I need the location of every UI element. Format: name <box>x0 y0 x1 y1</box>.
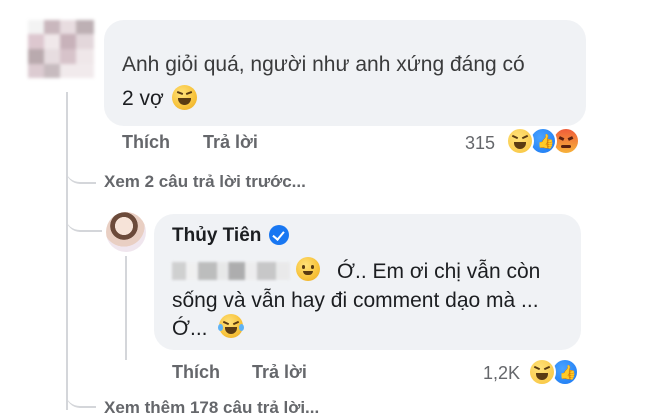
reply-reaction-count[interactable]: 1,2K <box>483 363 520 384</box>
haha-icon <box>506 127 534 155</box>
comment-text-line-2: 2 vợ <box>122 87 164 110</box>
laughing-emoji-icon <box>172 85 197 110</box>
view-more-replies-link[interactable]: Xem thêm 178 câu trả lời... <box>104 398 319 418</box>
haha-icon <box>528 358 556 386</box>
reply-reactions-summary[interactable]: 👍 <box>528 358 584 388</box>
reply-text-line-2: sống và vẫn hay đi comment dạo mà ... <box>172 289 539 312</box>
reply-action-comment[interactable]: Trả lời <box>203 132 258 153</box>
comment-text-line-1: Anh giỏi quá, người như anh xứng đáng có <box>122 53 525 76</box>
reply-text-line-1: Ớ.. Em ơi chị vẫn còn <box>337 260 541 283</box>
avatar[interactable] <box>28 20 94 78</box>
reaction-count[interactable]: 315 <box>465 133 495 154</box>
thread-line-main <box>66 92 68 410</box>
reply-action-reply[interactable]: Trả lời <box>252 362 307 383</box>
author-avatar[interactable] <box>106 212 146 252</box>
thread-connector-reply <box>66 200 102 232</box>
verified-badge-icon <box>269 225 289 245</box>
reactions-summary[interactable]: 👍 <box>504 127 588 157</box>
blurred-mention <box>172 262 290 280</box>
like-action-comment[interactable]: Thích <box>122 132 170 153</box>
thread-line-reply <box>125 256 127 360</box>
laughing-tears-emoji-icon <box>218 314 244 338</box>
thread-connector-previous <box>66 160 96 184</box>
thread-connector-more <box>66 388 96 408</box>
reply-text-line-3: Ớ... <box>172 317 208 340</box>
view-previous-replies-link[interactable]: Xem 2 câu trả lời trước... <box>104 172 306 192</box>
like-action-reply[interactable]: Thích <box>172 362 220 383</box>
smiling-emoji-icon <box>296 257 320 281</box>
author-name[interactable]: Thủy Tiên <box>172 225 261 247</box>
